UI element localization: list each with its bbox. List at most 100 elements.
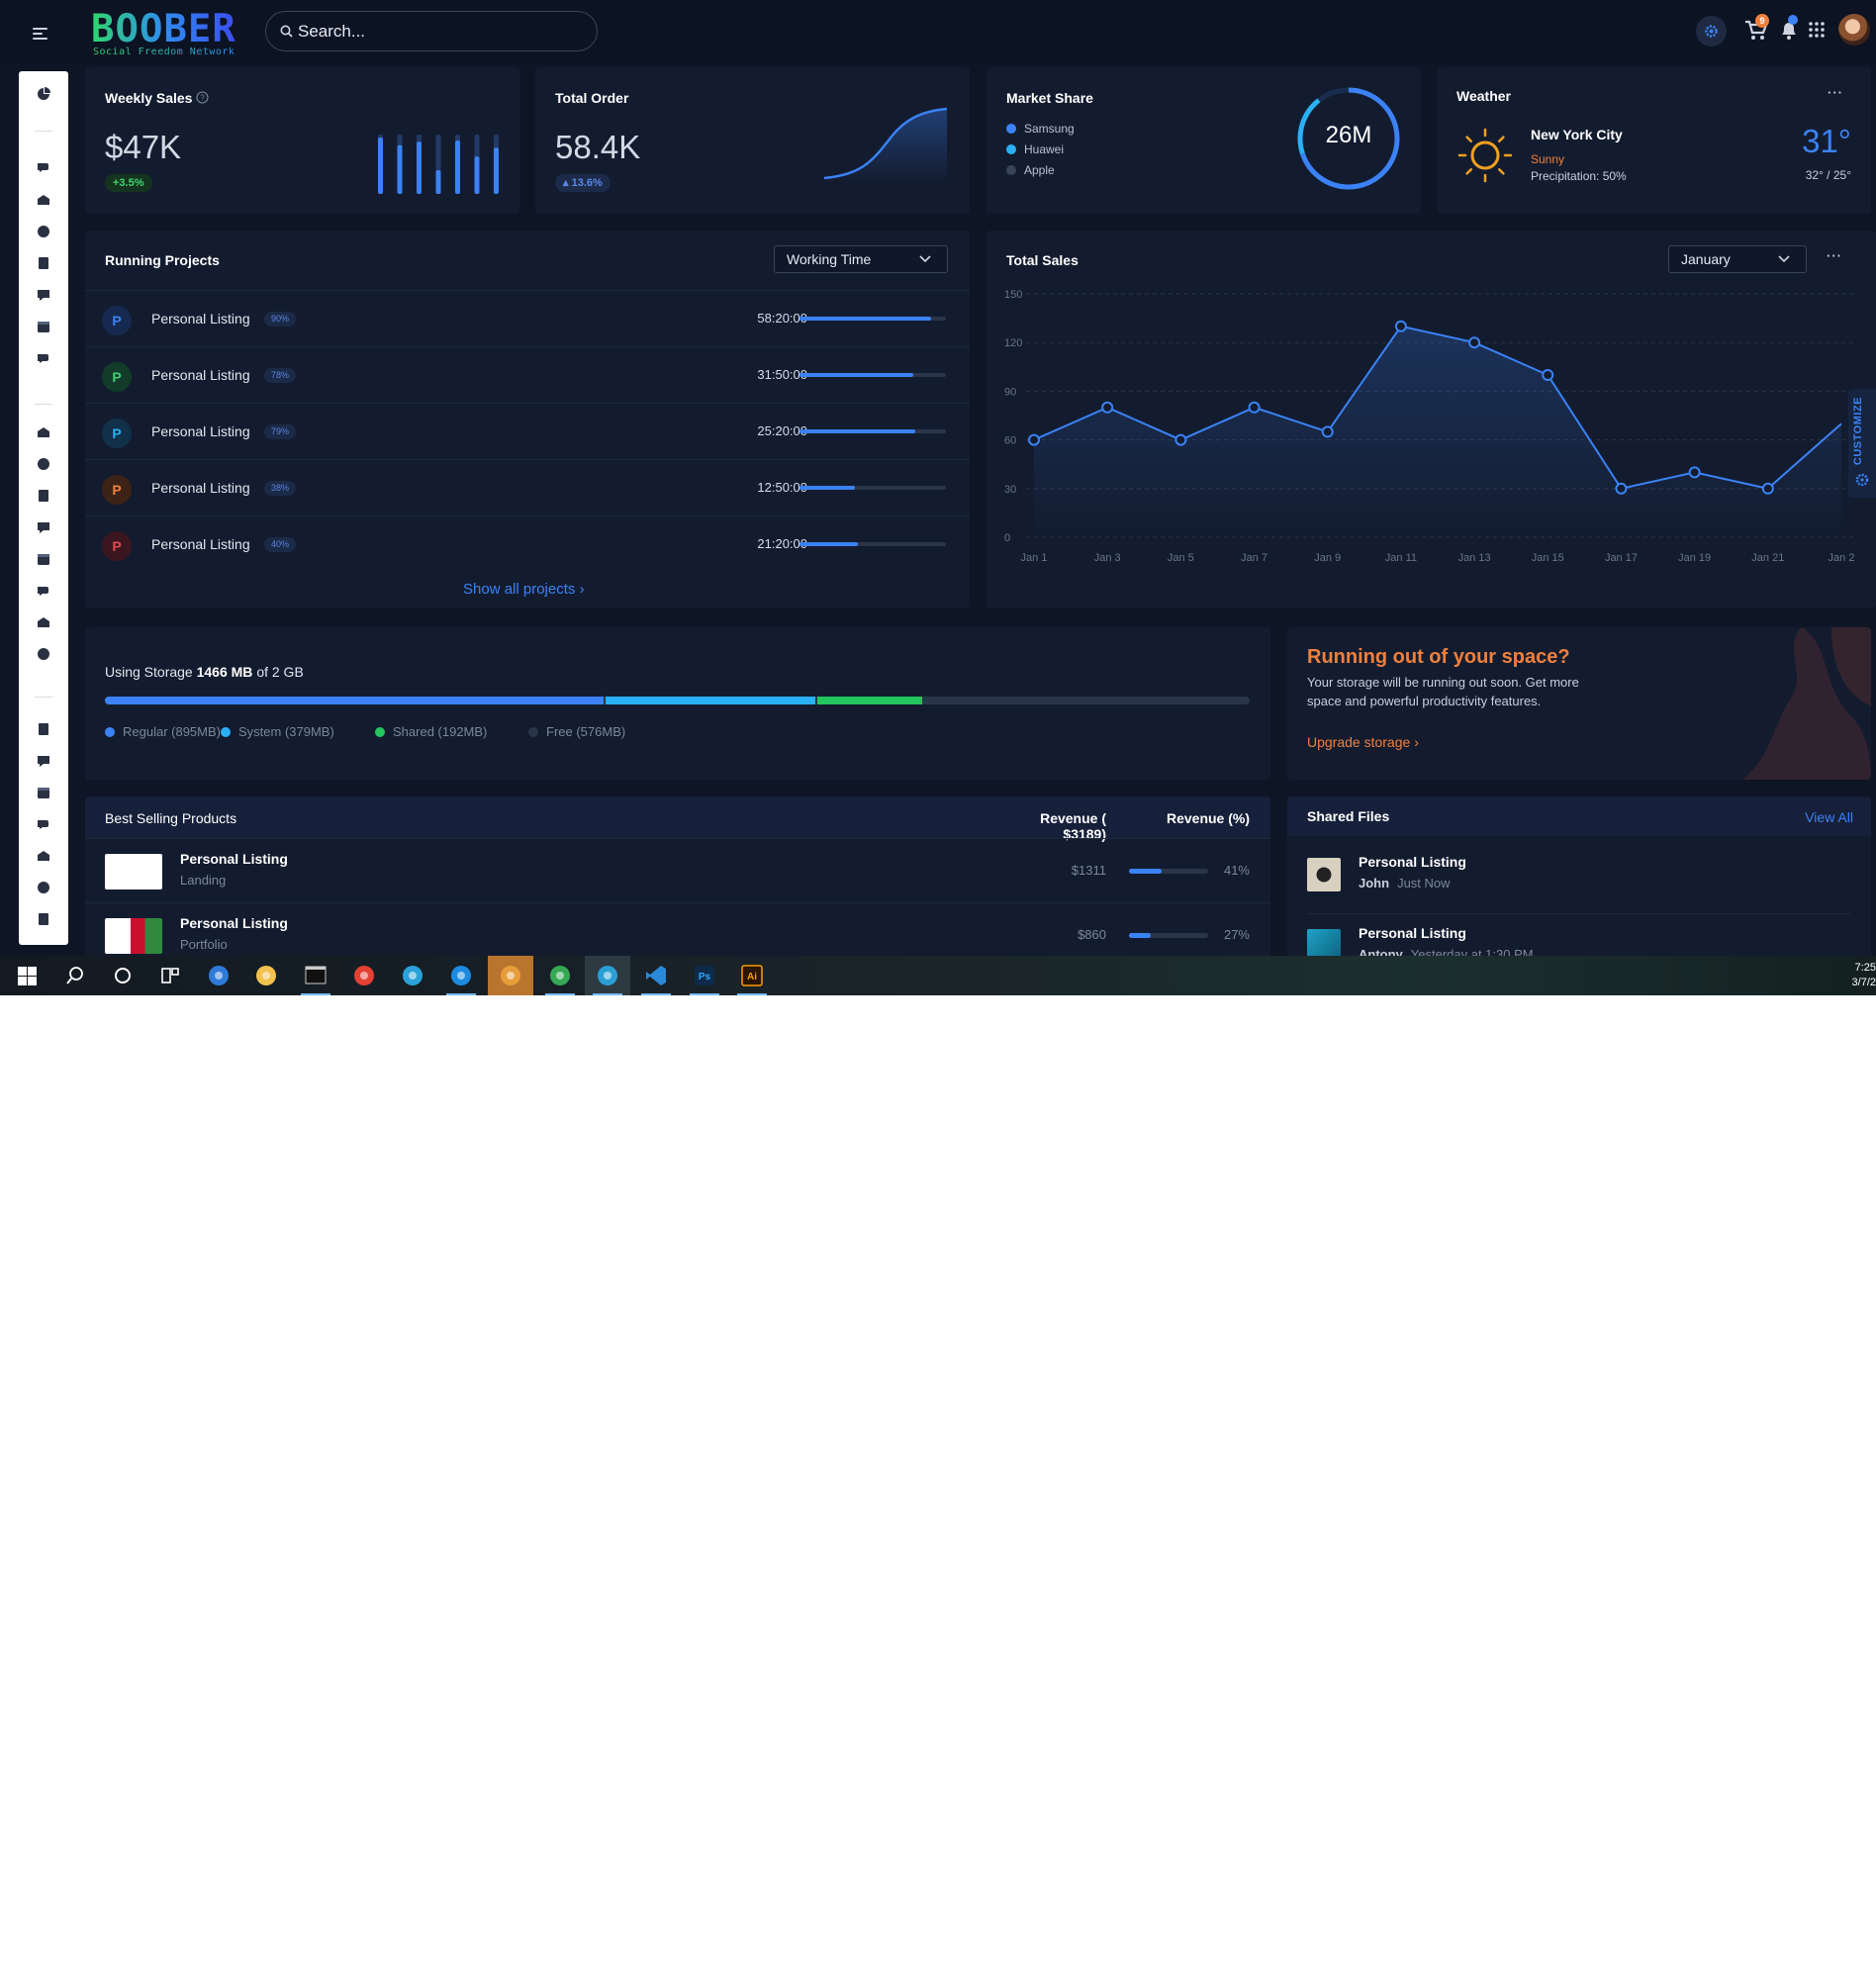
apps-button[interactable] [1801, 14, 1832, 46]
cart-icon[interactable] [35, 286, 52, 304]
sales-point[interactable] [1248, 401, 1261, 414]
view-all-link[interactable]: View All [1805, 809, 1853, 825]
chrome-button[interactable] [341, 956, 387, 995]
x-tick-label: Jan 1 [1021, 552, 1048, 564]
weather-title: Weather [1456, 88, 1511, 104]
user-icon[interactable] [35, 518, 52, 536]
chart-icon[interactable] [35, 784, 52, 801]
sales-point[interactable] [1394, 320, 1407, 332]
project-row[interactable]: P Personal Listing 90% 58:20:00 [85, 290, 970, 346]
edge-beta-button[interactable] [390, 956, 435, 995]
weather-range: 32° / 25° [1805, 168, 1851, 182]
svg-text:Ps: Ps [699, 972, 711, 982]
month-dropdown[interactable]: January [1668, 245, 1807, 273]
chrome-profile-button[interactable] [537, 956, 583, 995]
calendar-check-icon[interactable] [35, 254, 52, 272]
table-icon[interactable] [35, 752, 52, 770]
shared-file-row[interactable]: Personal Listing John Just Now [1287, 844, 1871, 915]
alert-icon[interactable] [35, 613, 52, 631]
edge-button[interactable] [438, 956, 484, 995]
edge-dev-icon [598, 966, 617, 985]
illustrator-button[interactable]: Ai [729, 956, 775, 995]
search-button[interactable] [52, 956, 98, 995]
sales-area [1034, 326, 1841, 537]
storage-segment [105, 697, 604, 704]
search-icon [280, 25, 293, 38]
fire-icon[interactable] [35, 910, 52, 928]
show-all-projects-link[interactable]: Show all projects › [463, 581, 585, 598]
terminal-button[interactable] [293, 956, 338, 995]
active-indicator [737, 993, 767, 995]
settings-button[interactable] [1696, 16, 1727, 47]
puzzle-icon[interactable] [35, 879, 52, 896]
sales-point[interactable] [1101, 401, 1114, 414]
project-name: Personal Listing [151, 480, 250, 496]
logo-title[interactable]: BOOBER [91, 10, 236, 49]
menu-icon[interactable] [33, 28, 47, 41]
search-input[interactable] [298, 20, 585, 44]
mail-button[interactable] [196, 956, 241, 995]
customize-tab[interactable]: CUSTOMIZE [1848, 389, 1876, 498]
edge-dev-button[interactable] [585, 956, 630, 995]
sidebar-divider [35, 404, 52, 405]
upgrade-storage-link[interactable]: Upgrade storage › [1307, 734, 1419, 750]
system-clock[interactable]: 7:25 3/7/2 [1850, 961, 1876, 990]
photoshop-button[interactable]: Ps [682, 956, 727, 995]
file-explorer-button[interactable] [243, 956, 289, 995]
chat-icon[interactable] [35, 191, 52, 209]
weather-precipitation: Precipitation: 50% [1531, 169, 1627, 183]
document-icon[interactable] [35, 720, 52, 738]
file-thumbnail [1307, 929, 1341, 956]
project-percent-badge: 90% [264, 312, 297, 327]
sales-point[interactable] [1174, 433, 1187, 446]
product-revenue-fill [1129, 933, 1151, 938]
help-icon[interactable] [35, 582, 52, 600]
avatar[interactable] [1838, 14, 1870, 46]
project-name: Personal Listing [151, 311, 250, 327]
windows-start-button[interactable] [4, 956, 49, 995]
pin-icon[interactable] [35, 645, 52, 663]
chevron-down-icon [919, 255, 931, 263]
product-row[interactable]: Personal Listing Portfolio $860 27% [85, 902, 1270, 956]
working-time-dropdown[interactable]: Working Time [774, 245, 948, 273]
task-view-button[interactable] [147, 956, 193, 995]
shared-file-row[interactable]: Personal Listing Antony Yesterday at 1:30 … [1287, 915, 1871, 956]
share-icon[interactable] [35, 349, 52, 367]
cart-button[interactable]: 9 [1741, 14, 1773, 46]
shapes-icon[interactable] [35, 815, 52, 833]
upgrade-storage-label: Upgrade storage [1307, 734, 1411, 750]
sales-point[interactable] [1468, 336, 1481, 349]
sales-point[interactable] [1688, 466, 1701, 479]
legend-dot [221, 727, 231, 737]
project-row[interactable]: P Personal Listing 40% 21:20:00 [85, 515, 970, 572]
search-box[interactable] [265, 11, 598, 51]
weekly-sales-bar [474, 156, 480, 194]
product-row[interactable]: Personal Listing Landing $1311 41% [85, 838, 1270, 902]
chevron-right-icon: › [579, 581, 585, 598]
calendar-icon[interactable] [35, 158, 52, 176]
more-options-icon[interactable]: ··· [1827, 248, 1842, 263]
promo-line-1: Your storage will be running out soon. G… [1307, 675, 1579, 690]
lock-icon[interactable] [35, 487, 52, 505]
sales-point[interactable] [1615, 482, 1628, 495]
cortana-button[interactable] [100, 956, 145, 995]
globe-icon[interactable] [35, 455, 52, 473]
sales-point[interactable] [1542, 369, 1554, 381]
mail-icon[interactable] [35, 223, 52, 240]
book-icon[interactable] [35, 318, 52, 335]
tags-icon[interactable] [35, 550, 52, 568]
map-icon[interactable] [35, 847, 52, 865]
sales-point[interactable] [1028, 433, 1040, 446]
info-icon[interactable]: ? [196, 91, 209, 104]
dashboard-icon[interactable] [35, 85, 52, 103]
project-row[interactable]: P Personal Listing 79% 25:20:00 [85, 403, 970, 459]
market-share-card: Market Share Samsung Huawei Apple 26M [986, 67, 1421, 214]
sales-point[interactable] [1321, 425, 1334, 438]
project-row[interactable]: P Personal Listing 78% 31:50:00 [85, 346, 970, 403]
more-options-icon[interactable]: ··· [1828, 85, 1843, 100]
app-blue-button[interactable] [488, 956, 533, 995]
flag-icon[interactable] [35, 423, 52, 441]
project-row[interactable]: P Personal Listing 38% 12:50:00 [85, 459, 970, 515]
vscode-button[interactable] [633, 956, 679, 995]
sales-point[interactable] [1761, 482, 1774, 495]
